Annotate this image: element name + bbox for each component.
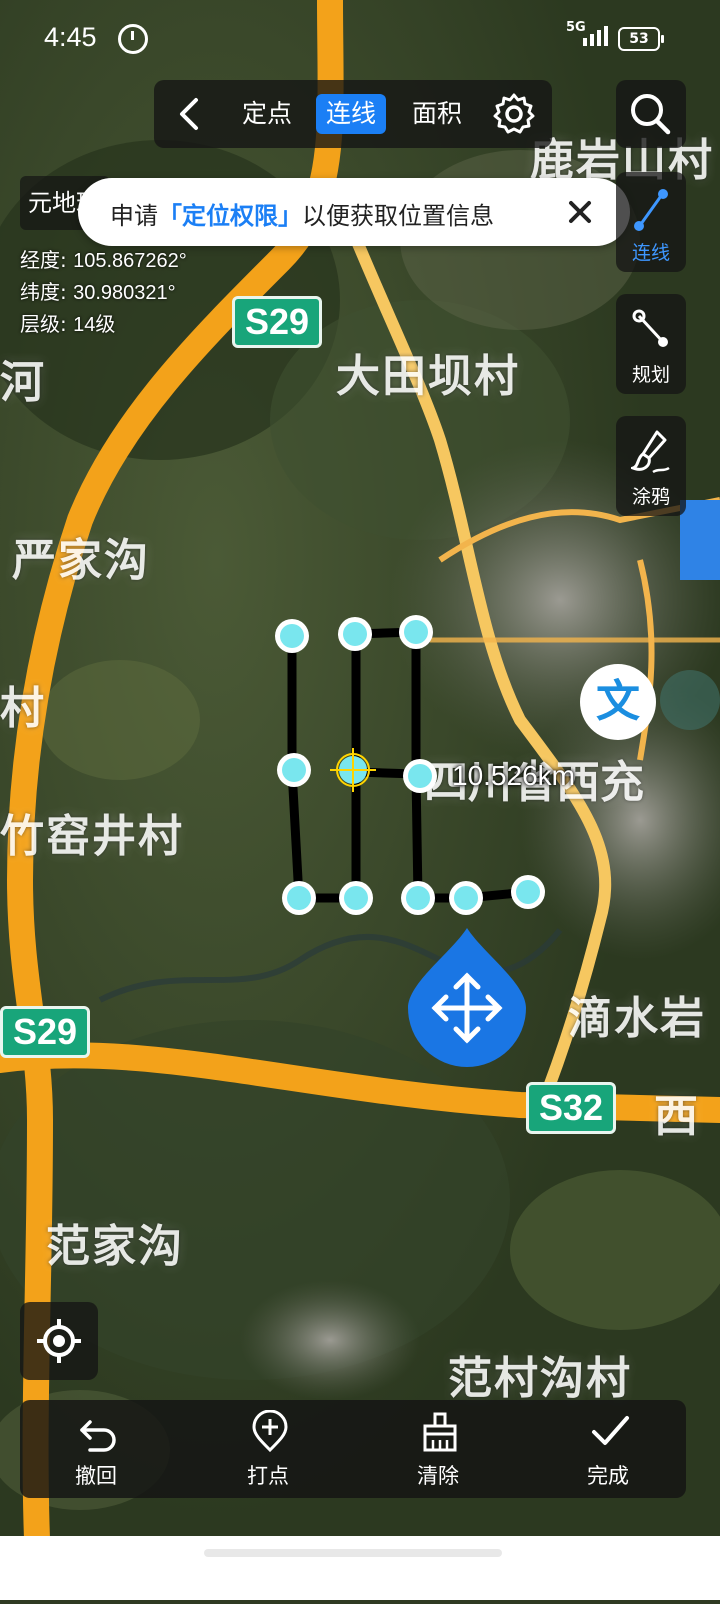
status-time: 4:45 xyxy=(44,22,97,52)
search-button[interactable] xyxy=(616,80,686,148)
tool-line[interactable]: 连线 xyxy=(616,172,686,272)
measure-vertex-fill xyxy=(282,758,306,782)
move-arrows-icon xyxy=(408,928,526,1067)
alarm-clock-icon xyxy=(118,24,148,54)
toast-prefix: 申请 xyxy=(110,202,158,230)
mode-tab-area[interactable]: 面积 xyxy=(402,94,472,134)
tool-doodle-label: 涂鸦 xyxy=(631,486,670,508)
clear-label: 清除 xyxy=(417,1464,459,1488)
brush-icon xyxy=(631,430,670,474)
longitude-readout: 经度: 105.867262° xyxy=(20,244,187,273)
mode-tab-line[interactable]: 连线 xyxy=(316,94,387,134)
measure-vertex-fill xyxy=(406,886,430,910)
add-point-label: 打点 xyxy=(247,1464,289,1488)
crosshair-icon xyxy=(330,748,376,792)
check-icon xyxy=(592,1416,629,1445)
latitude-label: 纬度: xyxy=(20,280,67,304)
measure-vertex-fill xyxy=(287,886,311,910)
toast-close-button[interactable] xyxy=(554,186,606,238)
broom-icon xyxy=(423,1412,457,1452)
signal-icon xyxy=(583,26,611,46)
measure-vertex-fill xyxy=(280,624,304,648)
tool-route-plan[interactable]: 规划 xyxy=(616,294,686,394)
longitude-value: 105.867262° xyxy=(73,250,187,272)
toast-message: 申请「定位权限」以便获取位置信息 xyxy=(110,196,494,231)
measure-vertex-fill xyxy=(344,886,368,910)
gear-icon xyxy=(493,93,535,134)
route-plan-icon xyxy=(632,309,668,347)
undo-label: 撤回 xyxy=(75,1464,117,1488)
locate-button[interactable] xyxy=(20,1302,98,1380)
navigation-bar xyxy=(0,1536,720,1600)
bottom-toolbar: 撤回 打点 清除 完成 xyxy=(20,1400,686,1498)
tool-doodle[interactable]: 涂鸦 xyxy=(616,416,686,516)
longitude-label: 经度: xyxy=(20,248,67,272)
permission-toast[interactable]: 申请「定位权限」以便获取位置信息 xyxy=(78,178,630,246)
crosshair-locate-icon xyxy=(37,1319,81,1363)
distance-label: 10.526km xyxy=(452,760,575,791)
close-icon xyxy=(569,201,591,223)
battery-icon: 53 xyxy=(618,27,664,51)
tool-route-plan-label: 规划 xyxy=(631,364,670,386)
clear-button[interactable]: 清除 xyxy=(378,1400,498,1498)
mode-bar: 定点 连线 面积 xyxy=(154,80,552,148)
measure-vertex-fill xyxy=(343,622,367,646)
measure-vertex-fill xyxy=(516,880,540,904)
latitude-value: 30.980321° xyxy=(73,282,176,304)
mode-tab-point[interactable]: 定点 xyxy=(232,94,302,134)
level-value: 14级 xyxy=(73,314,116,336)
home-indicator[interactable] xyxy=(204,1549,502,1557)
settings-button[interactable] xyxy=(492,92,536,136)
search-icon xyxy=(631,94,671,135)
toast-highlight[interactable]: 「定位权限」 xyxy=(158,202,302,230)
undo-button[interactable]: 撤回 xyxy=(36,1400,156,1498)
tool-line-label: 连线 xyxy=(631,242,670,264)
status-bar: 4:45 5G 53 xyxy=(0,0,720,76)
done-button[interactable]: 完成 xyxy=(548,1400,668,1498)
back-button[interactable] xyxy=(168,92,212,136)
latitude-readout: 纬度: 30.980321° xyxy=(20,276,176,305)
measure-vertex-fill xyxy=(454,886,478,910)
measure-vertex-fill xyxy=(408,764,432,788)
chevron-left-icon xyxy=(180,98,198,130)
add-point-icon xyxy=(252,1410,288,1453)
level-label: 层级: xyxy=(20,312,67,336)
zoom-level-readout: 层级: 14级 xyxy=(20,308,115,337)
done-label: 完成 xyxy=(587,1464,629,1488)
add-point-button[interactable]: 打点 xyxy=(208,1400,328,1498)
measure-vertex-fill xyxy=(404,620,428,644)
line-tool-icon xyxy=(634,189,668,231)
undo-icon xyxy=(80,1420,116,1452)
drag-move-handle[interactable] xyxy=(408,928,526,1068)
toast-suffix: 以便获取位置信息 xyxy=(302,202,494,230)
